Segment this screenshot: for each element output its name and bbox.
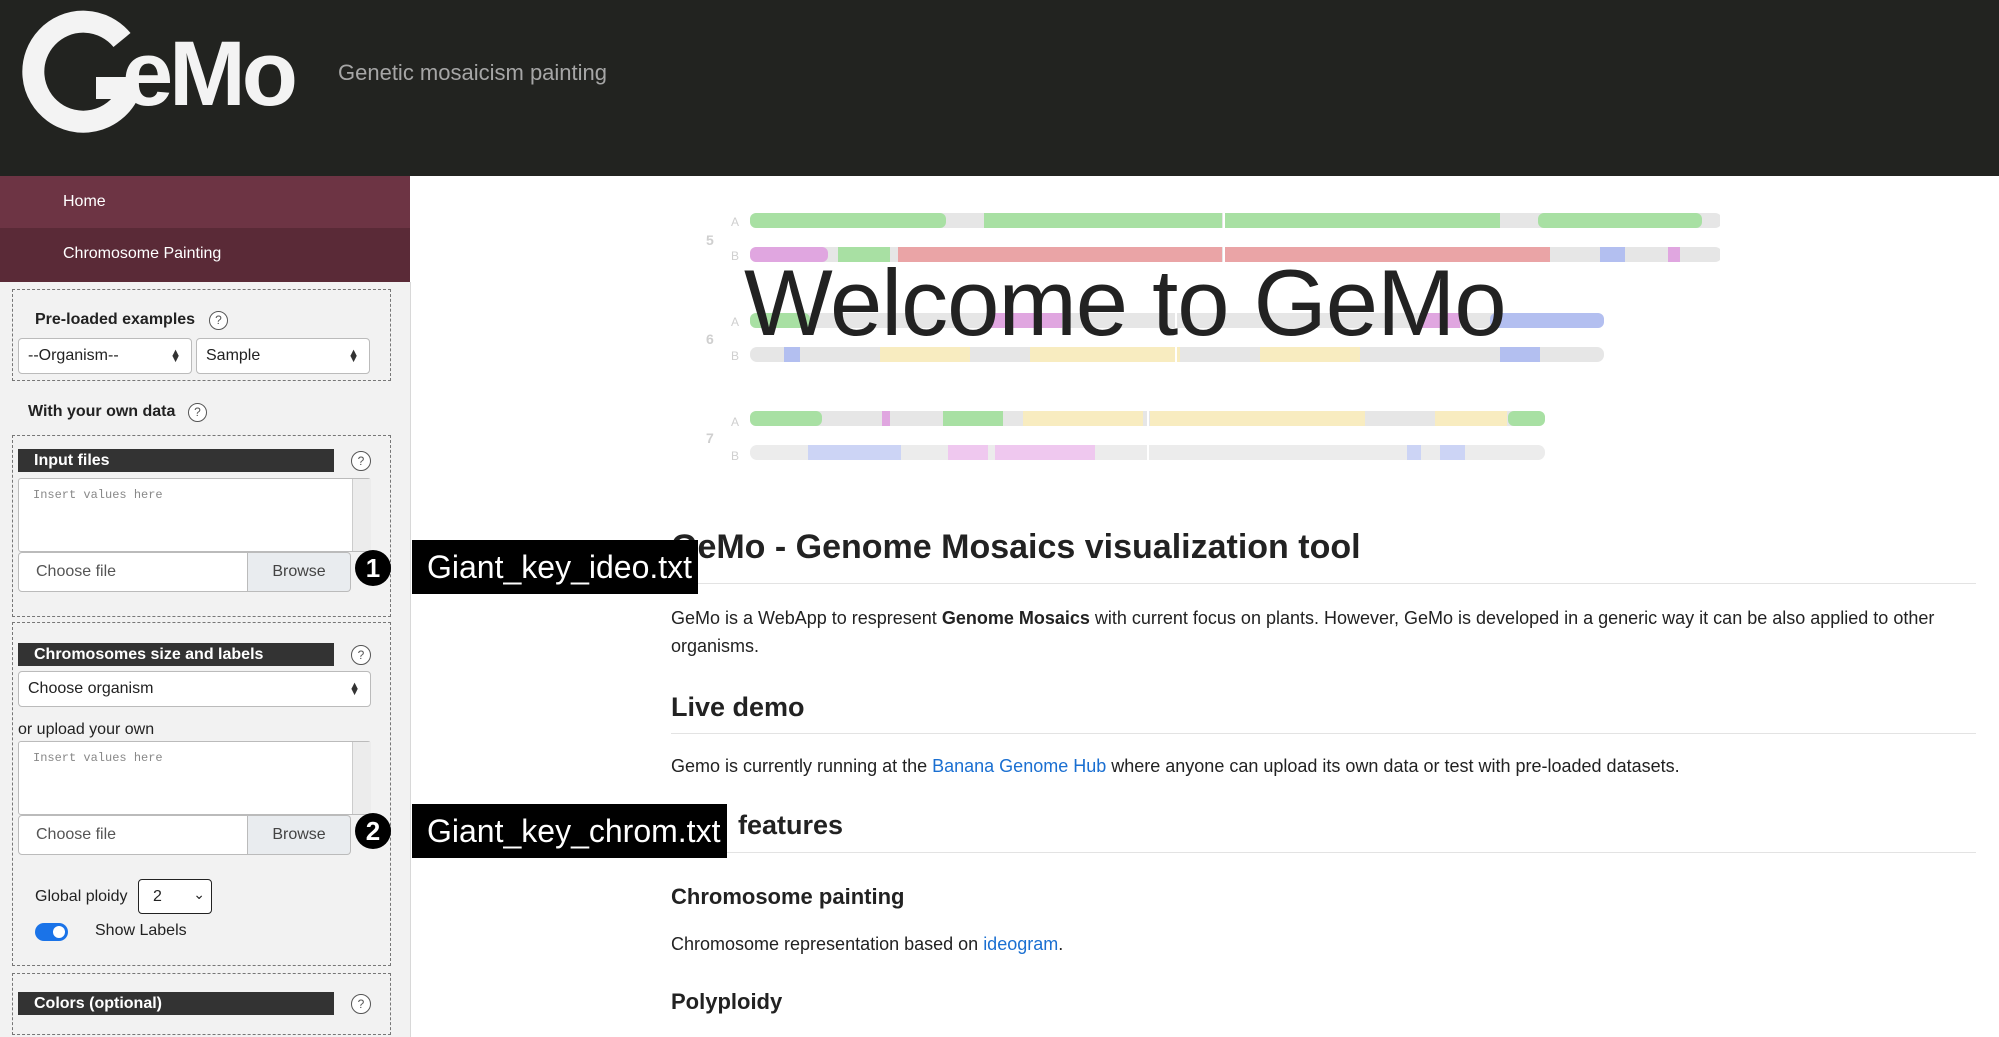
preloaded-help-icon[interactable]: ? bbox=[209, 311, 228, 330]
chromosome-painting-paragraph: Chromosome representation based on ideog… bbox=[671, 930, 1971, 958]
colors-label: Colors (optional) bbox=[18, 992, 334, 1015]
select-arrows-icon: ▲ ▼ bbox=[348, 347, 359, 365]
chromosome-5-track-a bbox=[750, 213, 1720, 228]
page-title: GeMo - Genome Mosaics visualization tool bbox=[671, 528, 1361, 566]
chromosomes-organism-value: Choose organism bbox=[28, 680, 154, 697]
input-files-help-icon[interactable]: ? bbox=[351, 451, 371, 471]
chromosomes-organism-select[interactable]: Choose organism ▲ ▼ bbox=[18, 671, 371, 707]
chromosome-painting-heading: Chromosome painting bbox=[671, 884, 905, 909]
ideogram-link[interactable]: ideogram bbox=[983, 934, 1058, 954]
nav-chromosome-painting-label[interactable]: Chromosome Painting bbox=[63, 245, 221, 263]
chromosome-painting-period: . bbox=[1058, 934, 1064, 954]
input-files-label: Input files bbox=[18, 449, 334, 472]
nav-home-label[interactable]: Home bbox=[63, 193, 106, 211]
intro-text: GeMo is a WebApp to respresent bbox=[671, 608, 942, 628]
polyploidy-heading: Polyploidy bbox=[671, 989, 783, 1014]
nav-home[interactable]: Home bbox=[0, 176, 410, 228]
track-label: A bbox=[731, 215, 739, 229]
chromosomes-help-icon[interactable]: ? bbox=[351, 645, 371, 665]
banana-genome-hub-link[interactable]: Banana Genome Hub bbox=[932, 756, 1106, 776]
show-labels-label: Show Labels bbox=[95, 922, 187, 939]
input-files-browse-button[interactable]: Browse bbox=[248, 552, 351, 592]
chromosomes-label: Chromosomes size and labels bbox=[18, 643, 334, 666]
annotation-callout-2: Giant_key_chrom.txt bbox=[412, 804, 727, 858]
chromosomes-file-input[interactable]: Choose file bbox=[18, 815, 248, 855]
organism-select-value: --Organism-- bbox=[28, 347, 119, 364]
textarea-resize-handle[interactable] bbox=[352, 742, 371, 814]
chromosomes-browse-label: Browse bbox=[272, 826, 326, 843]
ploidy-select-value: 2 bbox=[153, 887, 162, 905]
site-subtitle: Genetic mosaicism painting bbox=[338, 60, 608, 85]
annotation-number-2: 2 bbox=[355, 813, 391, 849]
colors-help-icon[interactable]: ? bbox=[351, 994, 371, 1014]
annotation-number-1: 1 bbox=[355, 550, 391, 586]
sample-select-value: Sample bbox=[206, 347, 261, 364]
sample-select[interactable]: Sample ▲ ▼ bbox=[196, 338, 370, 374]
select-arrows-icon: ▲ ▼ bbox=[170, 347, 181, 365]
live-demo-text: Gemo is currently running at the bbox=[671, 756, 933, 776]
track-label: A bbox=[731, 415, 739, 429]
chromosome-number: 7 bbox=[706, 430, 714, 446]
toggle-knob bbox=[53, 926, 65, 938]
ploidy-select[interactable]: 2 ⌄ bbox=[138, 879, 212, 914]
chevron-down-icon: ⌄ bbox=[193, 886, 205, 902]
preloaded-label: Pre-loaded examples bbox=[35, 311, 196, 328]
chromosomes-file-placeholder: Choose file bbox=[36, 826, 117, 843]
welcome-title: Welcome to GeMo bbox=[744, 250, 1507, 355]
input-files-file-input[interactable]: Choose file bbox=[18, 552, 248, 592]
live-demo-text-rest: where anyone can upload its own data or … bbox=[1106, 756, 1680, 776]
chromosomes-textarea[interactable]: Insert values here bbox=[18, 741, 371, 815]
chromosome-number: 6 bbox=[706, 331, 714, 347]
intro-paragraph: GeMo is a WebApp to respresent Genome Mo… bbox=[671, 604, 1971, 660]
track-label: B bbox=[731, 349, 739, 363]
features-heading: features bbox=[738, 810, 844, 840]
chromosome-number: 5 bbox=[706, 232, 714, 248]
input-files-browse-label: Browse bbox=[272, 563, 326, 580]
svg-text:eMo: eMo bbox=[122, 23, 295, 125]
ploidy-label: Global ploidy bbox=[35, 888, 128, 905]
input-files-file-placeholder: Choose file bbox=[36, 563, 117, 580]
chromosomes-browse-button[interactable]: Browse bbox=[248, 815, 351, 855]
live-demo-divider bbox=[671, 733, 1976, 734]
textarea-resize-handle[interactable] bbox=[352, 479, 371, 551]
live-demo-paragraph: Gemo is currently running at the Banana … bbox=[671, 752, 1971, 780]
top-header: eMo Genetic mosaicism painting bbox=[0, 0, 1999, 176]
features-divider bbox=[671, 852, 1976, 853]
show-labels-toggle[interactable] bbox=[35, 923, 68, 941]
title-divider bbox=[671, 583, 1976, 584]
track-label: B bbox=[731, 249, 739, 263]
annotation-callout-1: Giant_key_ideo.txt bbox=[412, 540, 698, 594]
input-files-textarea[interactable]: Insert values here bbox=[18, 478, 371, 552]
gemo-logo[interactable]: eMo bbox=[14, 10, 334, 140]
upload-own-label: or upload your own bbox=[18, 721, 155, 738]
track-label: B bbox=[731, 449, 739, 463]
live-demo-heading: Live demo bbox=[671, 692, 805, 722]
own-data-label: With your own data bbox=[28, 403, 176, 420]
intro-bold: Genome Mosaics bbox=[941, 608, 1090, 628]
nav-chromosome-painting[interactable]: Chromosome Painting bbox=[0, 228, 410, 282]
track-label: A bbox=[731, 315, 739, 329]
chromosome-painting-text: Chromosome representation based on bbox=[671, 934, 984, 954]
own-data-help-icon[interactable]: ? bbox=[188, 403, 207, 422]
organism-select[interactable]: --Organism-- ▲ ▼ bbox=[18, 338, 192, 374]
select-arrows-icon: ▲ ▼ bbox=[349, 680, 360, 698]
